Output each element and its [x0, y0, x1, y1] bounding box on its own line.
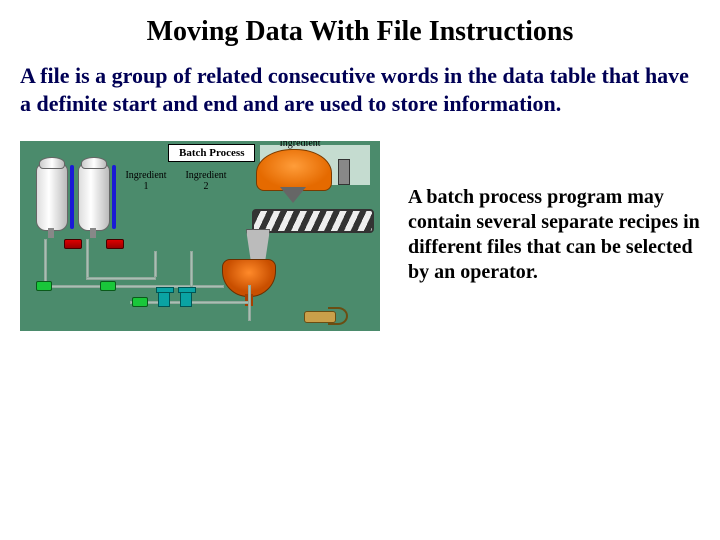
hatch-icon [338, 159, 350, 185]
tank-icon [36, 163, 68, 231]
auger-icon [252, 209, 374, 233]
hand-valve-icon [158, 291, 170, 307]
pipe-icon [154, 251, 157, 277]
pipe-icon [44, 285, 224, 288]
batch-process-figure: Batch Process Ingredient 1 Ingredient 2 … [20, 141, 380, 331]
figure-banner: Batch Process [168, 144, 255, 162]
pipe-icon [44, 239, 47, 287]
actuator-icon [132, 297, 148, 307]
side-text: A batch process program may contain seve… [408, 141, 700, 285]
actuator-icon [100, 281, 116, 291]
slide-title: Moving Data With File Instructions [20, 16, 700, 48]
pipe-icon [86, 277, 156, 280]
ingredient2-label: Ingredient 2 [176, 171, 236, 192]
valve-icon [106, 239, 124, 249]
ingredient1-label: Ingredient 1 [116, 171, 176, 192]
chute-icon [246, 229, 270, 261]
spigot-icon [304, 305, 348, 323]
pipe-icon [86, 239, 89, 279]
pipe-icon [190, 251, 193, 287]
content-row: Batch Process Ingredient 1 Ingredient 2 … [20, 141, 700, 331]
intro-text: A file is a group of related consecutive… [20, 62, 700, 117]
gauge-icon [70, 165, 74, 229]
valve-icon [64, 239, 82, 249]
hand-valve-icon [180, 291, 192, 307]
actuator-icon [36, 281, 52, 291]
hopper-icon [256, 149, 330, 195]
slide: Moving Data With File Instructions A fil… [0, 0, 720, 540]
tank-icon [78, 163, 110, 231]
pipe-icon [248, 285, 251, 321]
